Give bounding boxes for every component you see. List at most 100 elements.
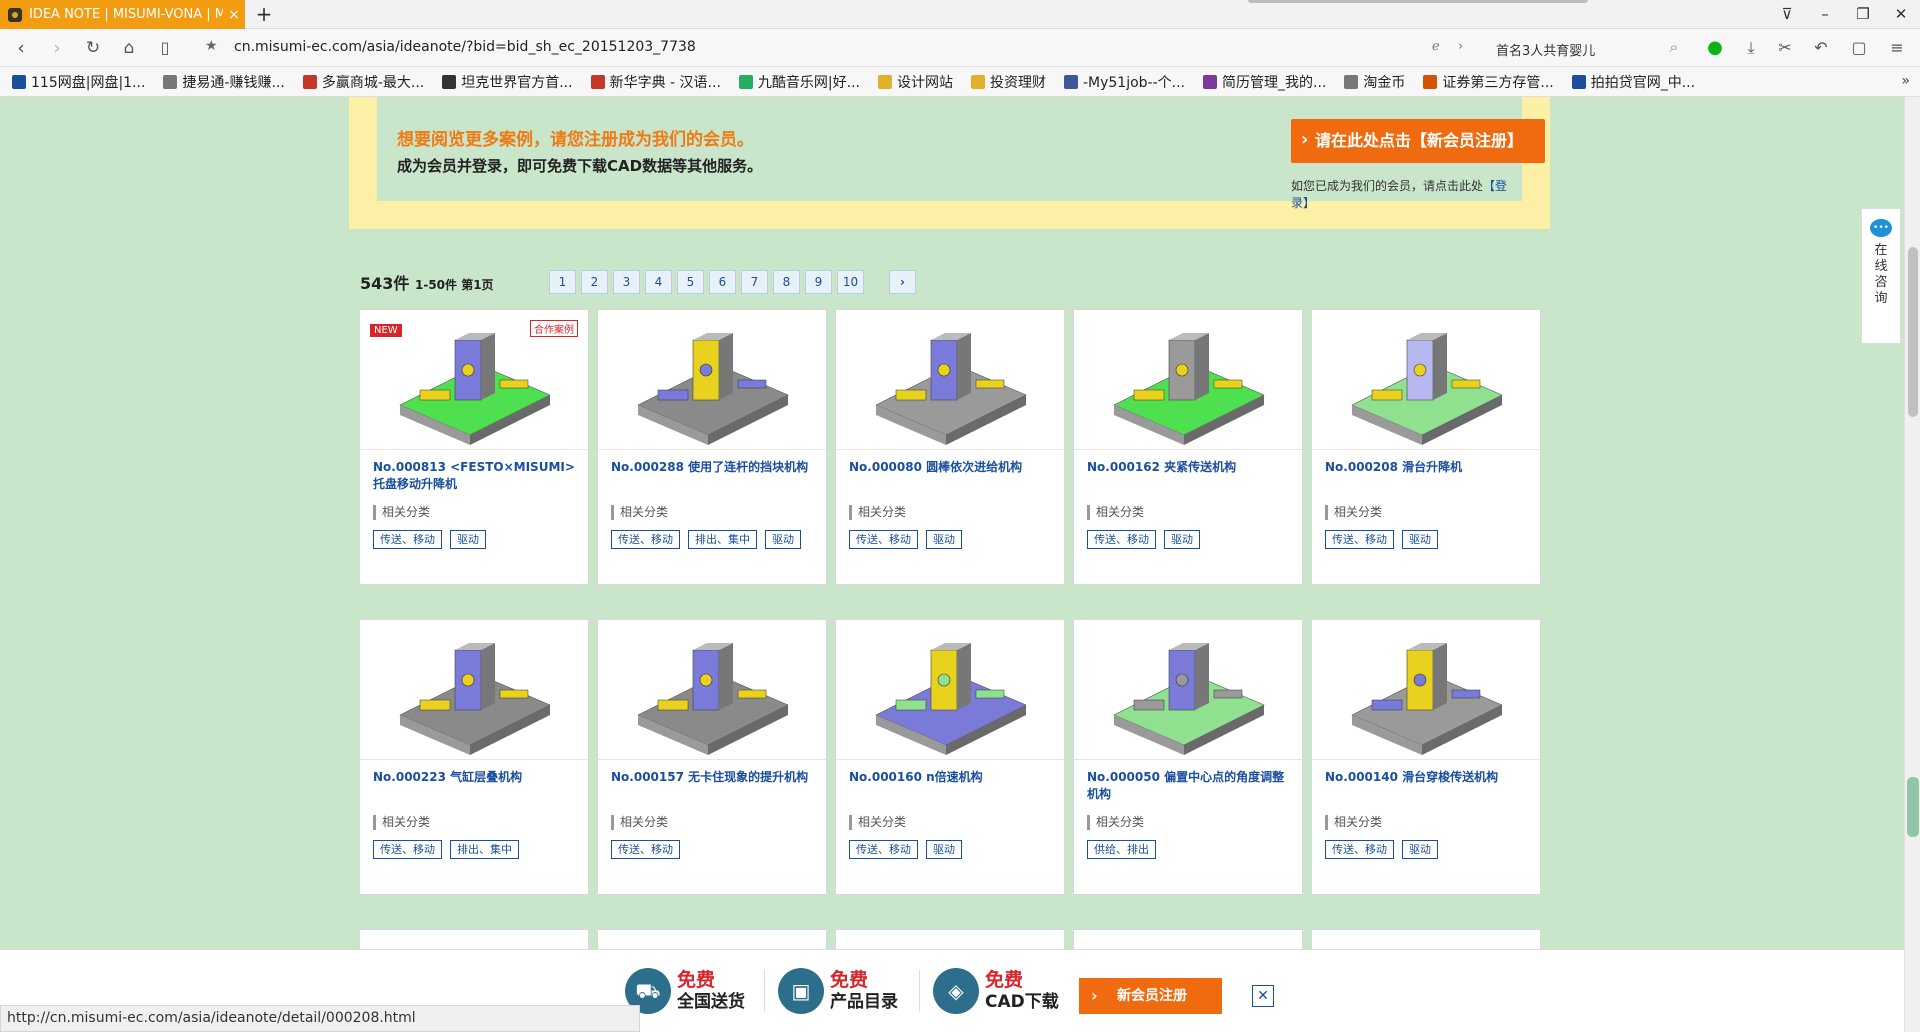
case-card[interactable]: No.000208 滑台升降机 相关分类 传送、移动 驱动 (1311, 309, 1541, 585)
case-card[interactable]: NEW 合作案例 No.000813 <FESTO×MISUMI>托盘移动升降机 相关… (359, 309, 589, 585)
category-tag[interactable]: 传送、移动 (373, 530, 442, 549)
page-link[interactable]: 5 (677, 270, 704, 294)
category-tag[interactable]: 传送、移动 (1325, 530, 1394, 549)
category-tag[interactable]: 驱动 (450, 530, 486, 549)
home-icon[interactable]: ⌂ (116, 35, 142, 61)
bookmark-item[interactable]: 坦克世界官方首... (442, 72, 573, 92)
case-card[interactable]: No.000157 无卡住现象的提升机构 相关分类 传送、移动 (597, 619, 827, 895)
bookmark-item[interactable]: 投资理财 (970, 72, 1046, 92)
free-cad[interactable]: ◈ 免费 CAD下载 (933, 968, 1059, 1014)
category-tag[interactable]: 传送、移动 (611, 530, 680, 549)
case-thumbnail[interactable] (598, 620, 826, 760)
menu-icon[interactable]: ≡ (1886, 37, 1908, 59)
page-link[interactable]: 1 (549, 270, 576, 294)
page-link[interactable]: 9 (805, 270, 832, 294)
case-thumbnail[interactable] (836, 310, 1064, 450)
scissors-icon[interactable]: ✂ (1774, 37, 1796, 59)
online-consult-button[interactable]: ••• 在线咨询 (1861, 208, 1901, 344)
close-window-icon[interactable]: ✕ (1882, 0, 1920, 29)
bookmarks-overflow-icon[interactable]: » (1901, 73, 1910, 89)
bag-icon[interactable]: ▢ (1848, 37, 1870, 59)
category-tag[interactable]: 传送、移动 (849, 530, 918, 549)
page-link[interactable]: 3 (613, 270, 640, 294)
search-box[interactable]: 首名3人共育婴儿 ⌕ (1484, 35, 1684, 61)
case-thumbnail[interactable] (1074, 620, 1302, 760)
category-tag[interactable]: 传送、移动 (1325, 840, 1394, 859)
category-tag[interactable]: 传送、移动 (1087, 530, 1156, 549)
category-tag[interactable]: 驱动 (1402, 530, 1438, 549)
bookmark-item[interactable]: -My51job--个... (1063, 72, 1185, 92)
case-title[interactable]: No.000157 无卡住现象的提升机构 (611, 769, 816, 786)
url-input[interactable]: cn.misumi-ec.com/asia/ideanote/?bid=bid_… (234, 39, 696, 55)
next-page-button[interactable]: › (889, 270, 916, 294)
case-thumbnail[interactable] (598, 310, 826, 450)
page-scrollbar[interactable] (1904, 97, 1920, 1032)
category-tag[interactable]: 排出、集中 (450, 840, 519, 859)
case-card[interactable]: No.000223 气缸层叠机构 相关分类 传送、移动 排出、集中 (359, 619, 589, 895)
minimize-icon[interactable]: – (1806, 0, 1844, 29)
case-thumbnail[interactable] (1312, 310, 1540, 450)
tab-close-icon[interactable]: × (223, 7, 245, 23)
search-icon[interactable]: ⌕ (1670, 38, 1678, 56)
case-title[interactable]: No.000080 圆棒依次进给机构 (849, 459, 1054, 476)
case-card[interactable]: No.000162 夹紧传送机构 相关分类 传送、移动 驱动 (1073, 309, 1303, 585)
case-card[interactable]: No.000050 偏置中心点的角度调整机构 相关分类 供给、排出 (1073, 619, 1303, 895)
reading-mode-icon[interactable]: ▯ (152, 35, 178, 61)
new-tab-button[interactable]: + (252, 2, 276, 26)
undo-icon[interactable]: ↶ (1810, 37, 1832, 59)
category-tag[interactable]: 传送、移动 (611, 840, 680, 859)
download-icon[interactable]: ⤓ (1740, 37, 1762, 59)
bookmark-item[interactable]: 新华字典 - 汉语... (590, 72, 721, 92)
bookmark-item[interactable]: 九酷音乐网|好... (738, 72, 860, 92)
back-icon[interactable]: ‹ (8, 35, 34, 61)
bookmark-item[interactable]: 淘金币 (1344, 72, 1405, 92)
case-thumbnail[interactable] (360, 620, 588, 760)
page-link[interactable]: 8 (773, 270, 800, 294)
register-button[interactable]: 请在此处点击【新会员注册】 (1291, 118, 1545, 163)
category-tag[interactable]: 驱动 (926, 840, 962, 859)
case-thumbnail[interactable] (1074, 310, 1302, 450)
case-thumbnail[interactable] (836, 620, 1064, 760)
case-card[interactable]: No.000080 圆棒依次进给机构 相关分类 传送、移动 驱动 (835, 309, 1065, 585)
bookmark-item[interactable]: 115网盘|网盘|1... (12, 72, 145, 92)
case-card[interactable]: No.000160 n倍速机构 相关分类 传送、移动 驱动 (835, 619, 1065, 895)
page-link[interactable]: 7 (741, 270, 768, 294)
case-title[interactable]: No.000223 气缸层叠机构 (373, 769, 578, 786)
free-delivery[interactable]: ⛟ 免费 全国送货 (625, 968, 745, 1014)
restore-icon[interactable]: ❐ (1844, 0, 1882, 29)
page-link[interactable]: 6 (709, 270, 736, 294)
bottom-register-button[interactable]: 新会员注册 (1079, 978, 1222, 1014)
bookmark-item[interactable]: 拍拍贷官网_中... (1571, 72, 1695, 92)
reload-icon[interactable]: ↻ (80, 35, 106, 61)
bookmark-item[interactable]: 捷易通-赚钱赚... (163, 72, 285, 92)
category-tag[interactable]: 传送、移动 (849, 840, 918, 859)
category-tag[interactable]: 供给、排出 (1087, 840, 1156, 859)
page-link[interactable]: 10 (837, 270, 864, 294)
case-title[interactable]: No.000160 n倍速机构 (849, 769, 1054, 786)
category-tag[interactable]: 传送、移动 (373, 840, 442, 859)
browser-tab-active[interactable]: IDEA NOTE | MISUMI-VONA | MI × (0, 0, 245, 29)
scrollbar-thumb[interactable] (1908, 247, 1918, 417)
free-catalog[interactable]: ▣ 免费 产品目录 (778, 968, 898, 1014)
case-title[interactable]: No.000050 偏置中心点的角度调整机构 (1087, 769, 1292, 803)
case-card[interactable]: No.000140 滑台穿梭传送机构 相关分类 传送、移动 驱动 (1311, 619, 1541, 895)
bottom-bar-close-icon[interactable]: ✕ (1252, 985, 1274, 1007)
case-thumbnail[interactable] (1312, 620, 1540, 760)
pin-icon[interactable]: ⊽ (1768, 0, 1806, 29)
case-title[interactable]: No.000813 <FESTO×MISUMI>托盘移动升降机 (373, 459, 578, 493)
bookmark-item[interactable]: 多赢商城-最大... (302, 72, 424, 92)
url-go-icon[interactable]: › (1458, 39, 1463, 54)
favorite-star-icon[interactable]: ★ (205, 38, 218, 54)
category-tag[interactable]: 排出、集中 (688, 530, 757, 549)
category-tag[interactable]: 驱动 (765, 530, 801, 549)
page-link[interactable]: 2 (581, 270, 608, 294)
bookmark-item[interactable]: 简历管理_我的... (1203, 72, 1326, 92)
category-tag[interactable]: 驱动 (1402, 840, 1438, 859)
case-title[interactable]: No.000288 使用了连杆的挡块机构 (611, 459, 816, 476)
ie-mode-icon[interactable]: ℯ (1432, 39, 1440, 54)
category-tag[interactable]: 驱动 (1164, 530, 1200, 549)
wechat-icon[interactable]: ● (1704, 37, 1726, 59)
category-tag[interactable]: 驱动 (926, 530, 962, 549)
case-title[interactable]: No.000208 滑台升降机 (1325, 459, 1530, 476)
page-link[interactable]: 4 (645, 270, 672, 294)
